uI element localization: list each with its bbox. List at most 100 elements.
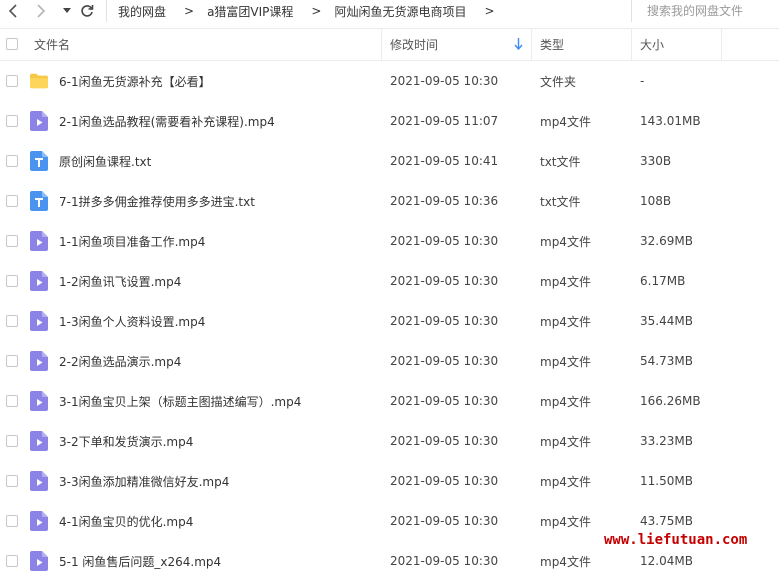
file-list-header: 文件名 修改时间 类型 大小 xyxy=(0,28,779,61)
file-size: 11.50MB xyxy=(640,474,693,488)
select-all-checkbox[interactable] xyxy=(6,38,18,50)
row-checkbox[interactable] xyxy=(6,435,18,447)
folder-icon xyxy=(30,73,48,89)
file-size: 33.23MB xyxy=(640,434,693,448)
file-list: 6-1闲鱼无货源补充【必看】 2021-09-05 10:30 文件夹 - 2-… xyxy=(0,61,779,577)
row-checkbox[interactable] xyxy=(6,195,18,207)
file-row[interactable]: 原创闲鱼课程.txt 2021-09-05 10:41 txt文件 330B xyxy=(0,141,779,181)
toolbar: 我的网盘 > a猎富团VIP课程 > 阿灿闲鱼无货源电商项目 > xyxy=(0,0,779,22)
file-row[interactable]: 1-1闲鱼项目准备工作.mp4 2021-09-05 10:30 mp4文件 3… xyxy=(0,221,779,261)
file-modified-time: 2021-09-05 10:30 xyxy=(390,394,499,408)
file-modified-time: 2021-09-05 10:30 xyxy=(390,74,499,88)
watermark: www.liefutuan.com xyxy=(604,532,748,548)
breadcrumb-item[interactable]: 我的网盘 xyxy=(118,3,166,20)
file-row[interactable]: 1-3闲鱼个人资料设置.mp4 2021-09-05 10:30 mp4文件 3… xyxy=(0,301,779,341)
file-type: mp4文件 xyxy=(540,314,591,329)
file-modified-time: 2021-09-05 10:30 xyxy=(390,554,499,568)
chevron-left-icon xyxy=(8,4,17,18)
file-modified-time: 2021-09-05 10:30 xyxy=(390,234,499,248)
row-checkbox[interactable] xyxy=(6,515,18,527)
column-divider[interactable] xyxy=(631,29,632,60)
column-header-type[interactable]: 类型 xyxy=(540,29,564,60)
file-type: mp4文件 xyxy=(540,474,591,489)
video-file-icon xyxy=(30,231,48,251)
row-checkbox[interactable] xyxy=(6,115,18,127)
row-checkbox[interactable] xyxy=(6,235,18,247)
search-input[interactable] xyxy=(647,4,777,18)
video-file-icon xyxy=(30,111,48,131)
file-name[interactable]: 1-1闲鱼项目准备工作.mp4 xyxy=(59,233,205,250)
file-type: mp4文件 xyxy=(540,274,591,289)
chevron-right-icon xyxy=(37,4,46,18)
file-name[interactable]: 原创闲鱼课程.txt xyxy=(59,153,151,170)
caret-down-icon xyxy=(63,8,71,13)
column-header-size[interactable]: 大小 xyxy=(640,29,664,60)
row-checkbox[interactable] xyxy=(6,315,18,327)
file-row[interactable]: 7-1拼多多佣金推荐使用多多进宝.txt 2021-09-05 10:36 tx… xyxy=(0,181,779,221)
file-size: 35.44MB xyxy=(640,314,693,328)
sort-descending-icon[interactable] xyxy=(514,38,523,50)
file-name[interactable]: 6-1闲鱼无货源补充【必看】 xyxy=(59,73,211,90)
column-header-name[interactable]: 文件名 xyxy=(34,29,70,60)
history-dropdown-button[interactable] xyxy=(58,2,76,20)
row-checkbox[interactable] xyxy=(6,275,18,287)
file-row[interactable]: 3-1闲鱼宝贝上架（标题主图描述编写）.mp4 2021-09-05 10:30… xyxy=(0,381,779,421)
file-row[interactable]: 2-1闲鱼选品教程(需要看补充课程).mp4 2021-09-05 11:07 … xyxy=(0,101,779,141)
file-name[interactable]: 3-3闲鱼添加精准微信好友.mp4 xyxy=(59,473,229,490)
file-row[interactable]: 3-3闲鱼添加精准微信好友.mp4 2021-09-05 10:30 mp4文件… xyxy=(0,461,779,501)
file-row[interactable]: 6-1闲鱼无货源补充【必看】 2021-09-05 10:30 文件夹 - xyxy=(0,61,779,101)
file-name[interactable]: 4-1闲鱼宝贝的优化.mp4 xyxy=(59,513,193,530)
row-checkbox[interactable] xyxy=(6,355,18,367)
file-type: mp4文件 xyxy=(540,554,591,569)
breadcrumb-separator: > xyxy=(184,4,195,18)
row-checkbox[interactable] xyxy=(6,395,18,407)
breadcrumb-item[interactable]: 阿灿闲鱼无货源电商项目 xyxy=(334,3,466,20)
search-box xyxy=(631,0,779,22)
file-name[interactable]: 3-2下单和发货演示.mp4 xyxy=(59,433,193,450)
file-size: 43.75MB xyxy=(640,514,693,528)
video-file-icon xyxy=(30,351,48,371)
file-name[interactable]: 7-1拼多多佣金推荐使用多多进宝.txt xyxy=(59,193,255,210)
row-checkbox[interactable] xyxy=(6,155,18,167)
file-name[interactable]: 5-1 闲鱼售后问题_x264.mp4 xyxy=(59,553,221,570)
file-modified-time: 2021-09-05 10:30 xyxy=(390,434,499,448)
file-row[interactable]: 2-2闲鱼选品演示.mp4 2021-09-05 10:30 mp4文件 54.… xyxy=(0,341,779,381)
file-modified-time: 2021-09-05 10:36 xyxy=(390,194,499,208)
file-name[interactable]: 3-1闲鱼宝贝上架（标题主图描述编写）.mp4 xyxy=(59,393,301,410)
file-modified-time: 2021-09-05 10:30 xyxy=(390,314,499,328)
refresh-button[interactable] xyxy=(78,2,96,20)
video-file-icon xyxy=(30,511,48,531)
column-divider[interactable] xyxy=(721,29,722,60)
file-modified-time: 2021-09-05 10:30 xyxy=(390,354,499,368)
file-type: mp4文件 xyxy=(540,114,591,129)
file-row[interactable]: 3-2下单和发货演示.mp4 2021-09-05 10:30 mp4文件 33… xyxy=(0,421,779,461)
file-size: 143.01MB xyxy=(640,114,701,128)
column-divider[interactable] xyxy=(531,29,532,60)
breadcrumb-separator: > xyxy=(484,4,495,18)
file-name[interactable]: 1-2闲鱼讯飞设置.mp4 xyxy=(59,273,181,290)
breadcrumb: 我的网盘 > a猎富团VIP课程 > 阿灿闲鱼无货源电商项目 > xyxy=(106,0,508,22)
file-row[interactable]: 1-2闲鱼讯飞设置.mp4 2021-09-05 10:30 mp4文件 6.1… xyxy=(0,261,779,301)
video-file-icon xyxy=(30,311,48,331)
file-modified-time: 2021-09-05 10:30 xyxy=(390,514,499,528)
back-button[interactable] xyxy=(4,2,22,20)
text-file-icon xyxy=(30,151,48,171)
file-size: 166.26MB xyxy=(640,394,701,408)
file-name[interactable]: 2-1闲鱼选品教程(需要看补充课程).mp4 xyxy=(59,113,275,130)
column-divider[interactable] xyxy=(381,29,382,60)
video-file-icon xyxy=(30,551,48,571)
file-type: mp4文件 xyxy=(540,514,591,529)
forward-button[interactable] xyxy=(32,2,50,20)
file-size: 330B xyxy=(640,154,672,168)
file-size: 54.73MB xyxy=(640,354,693,368)
file-name[interactable]: 2-2闲鱼选品演示.mp4 xyxy=(59,353,181,370)
file-modified-time: 2021-09-05 10:30 xyxy=(390,274,499,288)
row-checkbox[interactable] xyxy=(6,475,18,487)
column-header-time[interactable]: 修改时间 xyxy=(390,29,438,60)
file-type: 文件夹 xyxy=(540,74,577,89)
row-checkbox[interactable] xyxy=(6,555,18,567)
row-checkbox[interactable] xyxy=(6,75,18,87)
file-modified-time: 2021-09-05 11:07 xyxy=(390,114,499,128)
breadcrumb-item[interactable]: a猎富团VIP课程 xyxy=(207,3,293,20)
file-name[interactable]: 1-3闲鱼个人资料设置.mp4 xyxy=(59,313,205,330)
